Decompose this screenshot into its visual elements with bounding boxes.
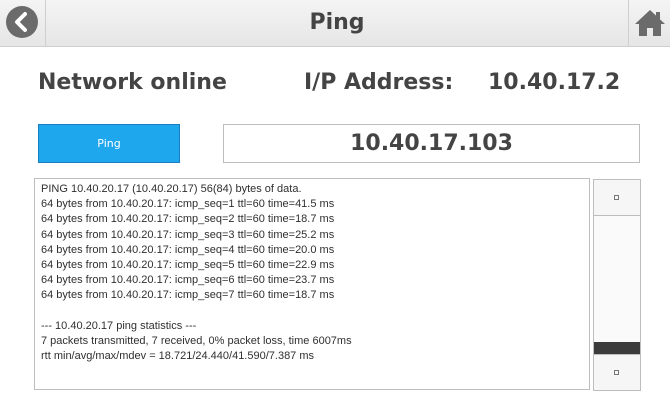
scroll-up-button[interactable] — [594, 180, 640, 216]
ip-address-label: I/P Address: — [304, 70, 454, 95]
home-button[interactable] — [628, 0, 670, 46]
ping-output-log: PING 10.40.20.17 (10.40.20.17) 56(84) by… — [34, 178, 590, 390]
back-button[interactable] — [0, 0, 46, 46]
page-title: Ping — [309, 10, 365, 35]
log-line: 64 bytes from 10.40.20.17: icmp_seq=4 tt… — [41, 243, 335, 256]
log-line: 64 bytes from 10.40.20.17: icmp_seq=2 tt… — [41, 213, 335, 226]
log-line: PING 10.40.20.17 (10.40.20.17) 56(84) by… — [41, 183, 302, 195]
ping-button[interactable]: Ping — [38, 124, 180, 163]
log-line: rtt min/avg/max/mdev = 18.721/24.440/41.… — [41, 350, 315, 363]
log-line: 64 bytes from 10.40.20.17: icmp_seq=3 tt… — [41, 228, 335, 241]
log-line: 64 bytes from 10.40.20.17: icmp_seq=6 tt… — [41, 274, 335, 287]
scroll-thumb[interactable] — [594, 342, 640, 354]
chevron-left-icon — [6, 6, 38, 38]
log-line: 64 bytes from 10.40.20.17: icmp_seq=1 tt… — [41, 198, 335, 211]
scroll-down-icon — [614, 370, 619, 375]
network-status: Network online — [38, 70, 227, 95]
log-line: 64 bytes from 10.40.20.17: icmp_seq=7 tt… — [41, 289, 335, 302]
ip-address-value: 10.40.17.2 — [488, 70, 621, 95]
scroll-up-icon — [614, 195, 619, 200]
home-icon — [635, 10, 665, 36]
scroll-down-button[interactable] — [594, 354, 640, 390]
header-bar: Ping — [0, 0, 670, 47]
output-scrollbar[interactable] — [593, 179, 641, 391]
log-line: 64 bytes from 10.40.20.17: icmp_seq=5 tt… — [41, 258, 335, 271]
log-line: --- 10.40.20.17 ping statistics --- — [41, 319, 197, 332]
target-ip-field[interactable]: 10.40.17.103 — [223, 124, 640, 163]
log-line: 7 packets transmitted, 7 received, 0% pa… — [41, 334, 352, 347]
